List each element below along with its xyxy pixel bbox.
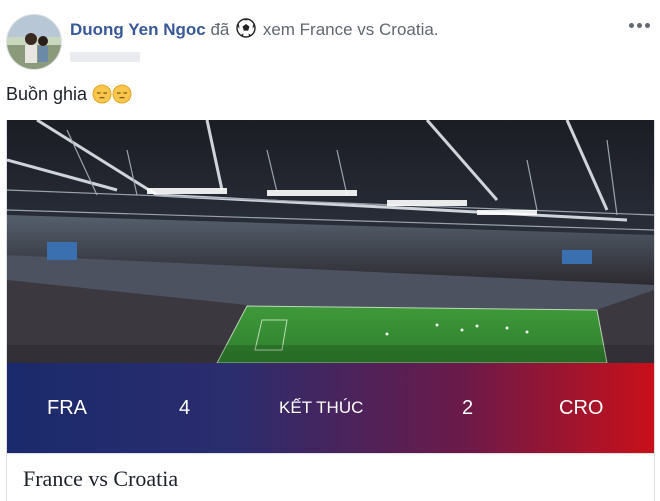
author-name-link[interactable]: Duong Yen Ngoc	[70, 20, 206, 39]
home-team-code: FRA	[47, 397, 87, 419]
activity-verb: đã	[210, 20, 230, 39]
post-header: Duong Yen Ngoc đã xem France vs Croatia.	[0, 0, 660, 80]
post-timestamp-placeholder	[70, 52, 140, 62]
away-team-score: 2	[462, 397, 474, 419]
away-team-code: CRO	[559, 397, 604, 419]
avatar[interactable]	[6, 14, 62, 70]
more-dot-icon	[636, 22, 642, 28]
match-link-card[interactable]: FRA 4 KẾT THÚC 2 CRO France vs Croatia	[6, 120, 655, 501]
match-status: KẾT THÚC	[279, 398, 364, 417]
more-dot-icon	[644, 22, 650, 28]
more-options-button[interactable]	[624, 14, 654, 36]
card-footer[interactable]: France vs Croatia	[7, 453, 654, 501]
stadium-image	[7, 120, 654, 363]
home-team-score: 4	[179, 397, 191, 419]
card-title[interactable]: France vs Croatia	[23, 466, 178, 492]
post-message: Buồn ghia	[6, 84, 132, 105]
soccer-ball-icon	[236, 18, 256, 38]
activity-text[interactable]: xem France vs Croatia.	[263, 20, 439, 39]
scoreboard: FRA 4 KẾT THÚC 2 CRO	[7, 363, 654, 453]
pensive-face-icon	[92, 84, 112, 104]
more-dot-icon	[628, 22, 634, 28]
pensive-face-icon	[112, 84, 132, 104]
post-author-line: Duong Yen Ngoc đã xem France vs Croatia.	[70, 18, 439, 40]
post-message-text: Buồn ghia	[6, 84, 88, 104]
